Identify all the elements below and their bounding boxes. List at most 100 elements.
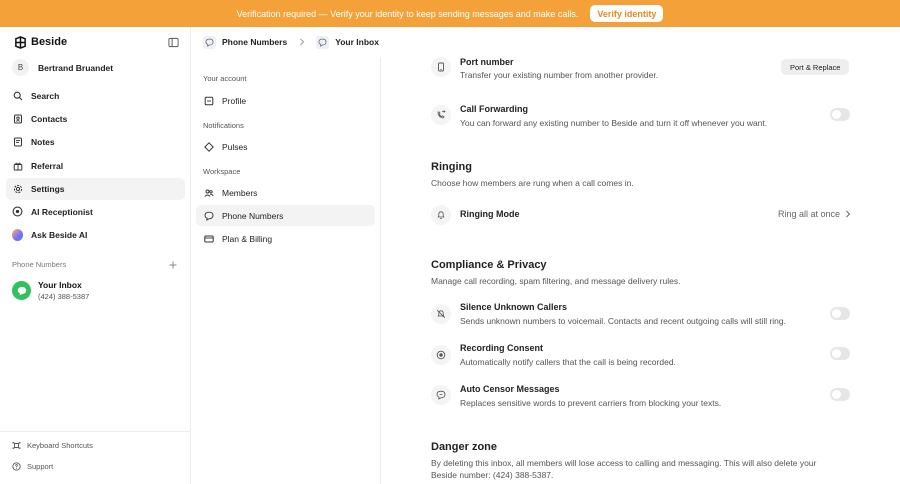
- call-forwarding-toggle[interactable]: [830, 108, 850, 121]
- breadcrumb-label: Phone Numbers: [222, 37, 288, 47]
- keyboard-shortcuts-link[interactable]: Keyboard Shortcuts: [12, 441, 93, 450]
- credit-card-icon: [203, 233, 214, 244]
- sidebar-item-contacts[interactable]: Contacts: [6, 108, 185, 130]
- chat-bubble-icon: [17, 286, 26, 295]
- bell-off-icon: [431, 304, 451, 324]
- settings-item-label: Plan & Billing: [222, 233, 273, 244]
- settings-item-label: Members: [222, 187, 258, 198]
- silence-unknown-callers-description: Sends unknown numbers to voicemail. Cont…: [460, 316, 786, 326]
- beside-logo-icon: [15, 35, 26, 49]
- silence-unknown-callers-toggle[interactable]: [830, 307, 850, 320]
- bell-icon: [431, 205, 451, 225]
- breadcrumb-phone-numbers[interactable]: Phone Numbers: [203, 35, 288, 49]
- logo-text: Beside: [31, 36, 68, 48]
- danger-zone-description: By deleting this inbox, all members will…: [431, 458, 817, 480]
- settings-item-label: Phone Numbers: [222, 210, 284, 221]
- verify-identity-button[interactable]: Verify identity: [590, 5, 664, 22]
- sidebar-item-referral[interactable]: Referral: [6, 155, 185, 177]
- settings-nav: Your account Profile Notifications Pulse…: [191, 57, 381, 484]
- recording-consent-toggle[interactable]: [830, 347, 850, 360]
- sidebar-item-label: Notes: [31, 137, 55, 148]
- phone-inbox-icon: [316, 35, 330, 49]
- support-link[interactable]: Support: [12, 462, 53, 471]
- contacts-icon: [12, 114, 23, 125]
- phone-inbox-icon: [203, 210, 214, 221]
- sidebar-header: Beside: [14, 35, 179, 49]
- port-number-icon: [431, 57, 451, 77]
- settings-section-account: Your account: [203, 74, 247, 83]
- chevron-right-icon: [845, 210, 851, 218]
- compliance-heading: Compliance & Privacy: [431, 259, 547, 271]
- sidebar-item-label: Search: [31, 91, 60, 101]
- call-forwarding-icon: [431, 105, 451, 125]
- breadcrumb-your-inbox[interactable]: Your Inbox: [316, 35, 379, 49]
- members-icon: [203, 187, 214, 198]
- auto-censor-toggle[interactable]: [830, 388, 850, 401]
- sidebar-item-ask-beside-ai[interactable]: Ask Beside AI: [6, 224, 185, 246]
- settings-item-label: Pulses: [222, 141, 248, 152]
- settings-item-label: Profile: [222, 95, 247, 106]
- footer-label: Support: [27, 462, 54, 471]
- banner-text: Verification required — Verify your iden…: [236, 8, 579, 19]
- gift-icon: [12, 160, 23, 171]
- settings-item-pulses[interactable]: Pulses: [196, 136, 375, 157]
- danger-zone-heading: Danger zone: [431, 441, 498, 453]
- sidebar-item-label: Contacts: [31, 114, 68, 125]
- ai-receptionist-icon: [12, 206, 23, 217]
- settings-item-profile[interactable]: Profile: [196, 90, 375, 111]
- sidebar-item-label: Settings: [31, 183, 65, 194]
- auto-censor-title: Auto Censor Messages: [460, 384, 560, 394]
- settings-section-notifications: Notifications: [203, 121, 244, 130]
- breadcrumb-label: Your Inbox: [335, 37, 379, 47]
- sidebar-item-label: Ask Beside AI: [31, 230, 88, 241]
- call-forwarding-description: You can forward any existing number to B…: [460, 118, 768, 128]
- ringing-mode-label: Ringing Mode: [460, 209, 520, 219]
- add-number-icon[interactable]: [169, 261, 177, 269]
- sidebar-item-settings[interactable]: Settings: [6, 177, 185, 200]
- sidebar-nav: Search Contacts Notes Referral Settings …: [6, 85, 185, 247]
- recording-consent-title: Recording Consent: [460, 343, 544, 353]
- ringing-mode-value: Ring all at once: [778, 209, 841, 219]
- notes-icon: [12, 137, 23, 148]
- auto-censor-description: Replaces sensitive words to prevent carr…: [460, 398, 722, 408]
- sidebar-item-label: AI Receptionist: [31, 206, 93, 217]
- settings-item-members[interactable]: Members: [196, 182, 375, 203]
- chevron-right-icon: [299, 38, 305, 46]
- sidebar-inbox-item[interactable]: Your Inbox (424) 388-5387: [12, 280, 89, 301]
- gear-icon: [12, 183, 23, 194]
- footer-label: Keyboard Shortcuts: [27, 441, 93, 450]
- user-account[interactable]: B Bertrand Bruandet: [12, 59, 113, 76]
- ringing-heading: Ringing: [431, 161, 472, 173]
- ai-sparkle-icon: [12, 229, 23, 242]
- sidebar-item-label: Referral: [31, 160, 64, 171]
- sidebar-item-search[interactable]: Search: [6, 85, 185, 107]
- record-icon: [431, 345, 451, 365]
- port-replace-button[interactable]: Port & Replace: [781, 59, 850, 75]
- sidebar-item-ai-receptionist[interactable]: AI Receptionist: [6, 201, 185, 223]
- phone-numbers-section-title: Phone Numbers: [12, 260, 177, 269]
- profile-icon: [203, 95, 214, 106]
- sidebar-toggle-icon[interactable]: [168, 37, 179, 48]
- settings-item-billing[interactable]: Plan & Billing: [196, 228, 375, 249]
- settings-item-phone-numbers[interactable]: Phone Numbers: [196, 205, 375, 226]
- sidebar-item-notes[interactable]: Notes: [6, 131, 185, 153]
- inbox-name: Your Inbox: [38, 280, 82, 290]
- user-avatar: B: [12, 59, 29, 76]
- breadcrumb: Phone Numbers Your Inbox: [191, 27, 900, 57]
- beside-logo[interactable]: Beside: [14, 35, 68, 49]
- ringing-mode-select[interactable]: Ring all at once: [778, 209, 851, 219]
- pulse-icon: [203, 141, 214, 152]
- help-icon: [12, 462, 21, 471]
- call-forwarding-title: Call Forwarding: [460, 104, 529, 114]
- port-number-title: Port number: [460, 57, 514, 67]
- user-name: Bertrand Bruandet: [38, 62, 114, 73]
- recording-consent-description: Automatically notify callers that the ca…: [460, 357, 676, 367]
- section-title-text: Phone Numbers: [12, 260, 67, 269]
- inbox-number: (424) 388-5387: [38, 292, 90, 301]
- sidebar-footer: Keyboard Shortcuts Support: [0, 431, 190, 471]
- verification-banner: Verification required — Verify your iden…: [0, 0, 900, 27]
- phone-number-settings: Port number Transfer your existing numbe…: [381, 57, 900, 484]
- search-icon: [12, 91, 23, 102]
- shortcut-icon: [12, 441, 21, 450]
- ringing-description: Choose how members are rung when a call …: [431, 178, 634, 188]
